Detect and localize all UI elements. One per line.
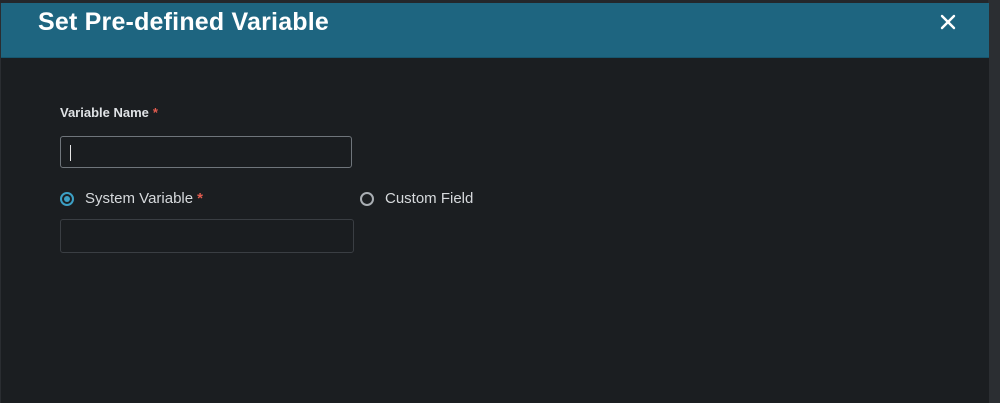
variable-name-label-text: Variable Name <box>60 105 149 120</box>
system-variable-radio[interactable]: System Variable * <box>60 190 203 207</box>
variable-name-input[interactable] <box>60 136 352 168</box>
dialog-header: Set Pre-defined Variable <box>1 3 989 58</box>
system-variable-label: System Variable * <box>85 190 203 207</box>
background-scroll-area <box>988 0 1000 403</box>
text-caret <box>70 145 71 161</box>
radio-unchecked-icon <box>360 191 374 206</box>
system-variable-label-text: System Variable <box>85 190 194 207</box>
variable-name-label: Variable Name * <box>60 105 158 120</box>
custom-field-radio[interactable]: Custom Field <box>360 190 473 207</box>
radio-checked-icon <box>60 191 74 206</box>
close-icon <box>940 14 956 30</box>
required-asterisk: * <box>197 190 203 207</box>
close-button[interactable] <box>937 11 959 33</box>
system-variable-input[interactable] <box>60 219 354 253</box>
set-variable-dialog: Set Pre-defined Variable Variable Name * … <box>0 3 989 403</box>
dialog-title: Set Pre-defined Variable <box>38 8 330 36</box>
required-asterisk: * <box>152 105 158 120</box>
custom-field-label: Custom Field <box>385 190 474 207</box>
